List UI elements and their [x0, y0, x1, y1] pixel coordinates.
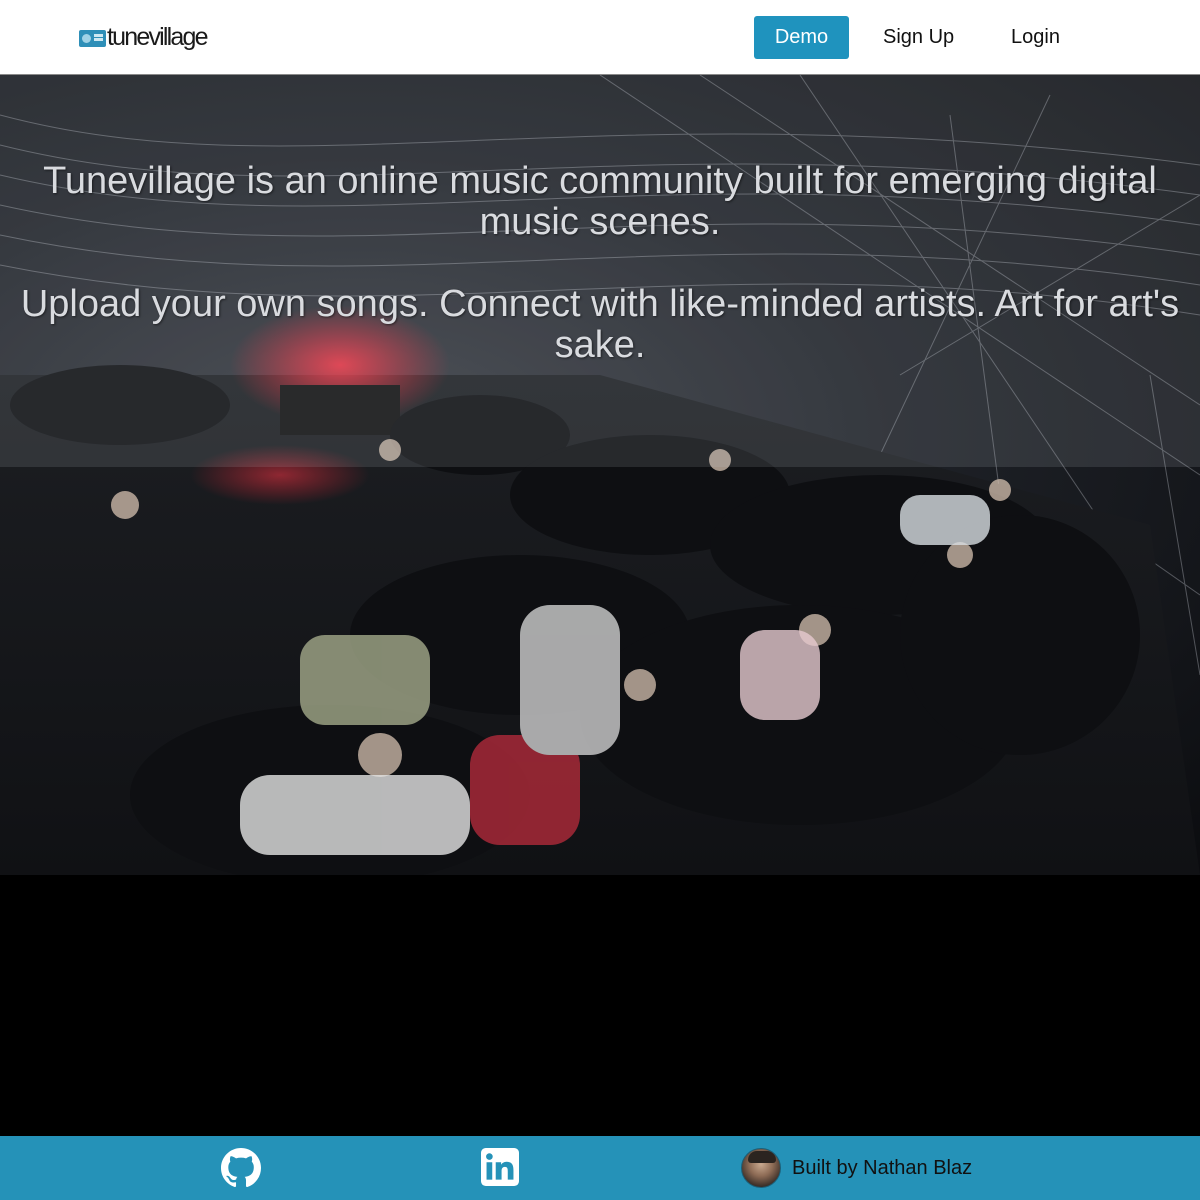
radio-icon [79, 29, 106, 47]
author-credit[interactable]: Built by Nathan Blaz [741, 1148, 972, 1188]
github-icon[interactable] [221, 1148, 261, 1188]
hero-tagline: Tunevillage is an online music community… [43, 160, 1157, 243]
signup-link[interactable]: Sign Up [883, 16, 954, 59]
linkedin-icon[interactable] [481, 1148, 521, 1188]
hero-text-band [0, 75, 1200, 467]
credit-text: Built by Nathan Blaz [792, 1156, 973, 1179]
footer: Built by Nathan Blaz [0, 1136, 1200, 1200]
avatar [741, 1148, 781, 1188]
top-nav: tunevillage Demo Sign Up Login [0, 0, 1200, 75]
login-link[interactable]: Login [1011, 16, 1060, 59]
hero-section: Tunevillage is an online music community… [0, 75, 1200, 875]
logo[interactable]: tunevillage [79, 22, 209, 52]
demo-button[interactable]: Demo [754, 16, 849, 59]
logo-text: tunevillage [107, 23, 209, 51]
hero-subline: Upload your own songs. Connect with like… [20, 283, 1180, 366]
